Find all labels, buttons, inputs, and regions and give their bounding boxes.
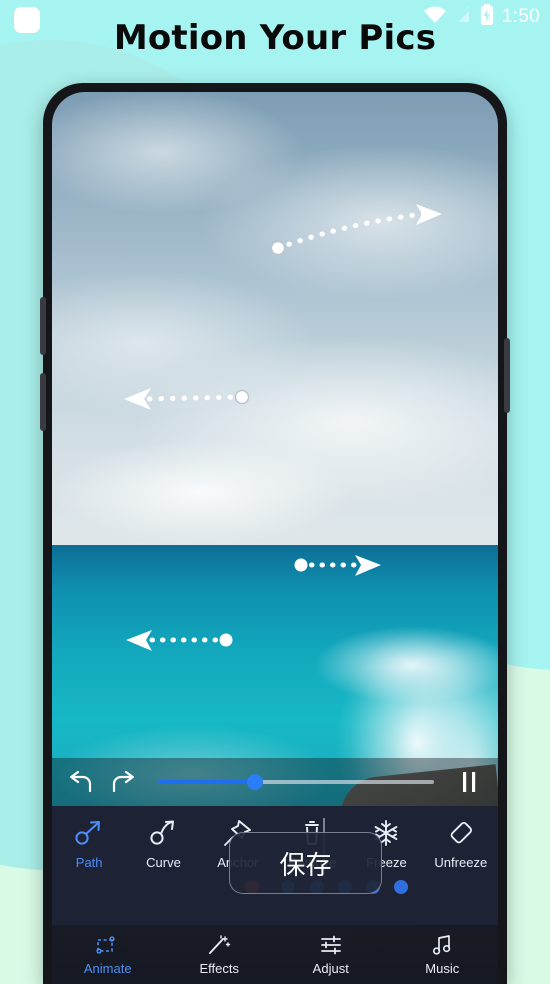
save-tooltip[interactable]: 保存 xyxy=(229,832,382,894)
path-arrow-icon xyxy=(74,818,104,848)
seek-fill xyxy=(158,780,255,784)
sliders-icon xyxy=(319,934,343,956)
player-control-bar xyxy=(52,758,498,806)
bottom-nav: Animate Effects Adjust Music xyxy=(52,925,498,984)
battery-charging-icon xyxy=(480,3,494,31)
music-note-icon xyxy=(430,934,454,956)
magic-wand-icon xyxy=(207,934,231,956)
tool-path[interactable]: Path xyxy=(52,818,126,870)
status-bar-right-cluster: 1:50 xyxy=(423,3,540,31)
wifi-icon xyxy=(423,6,447,29)
app-square-icon[interactable] xyxy=(14,7,40,33)
tool-path-label: Path xyxy=(75,855,103,870)
photo-sky-region xyxy=(52,92,498,545)
undo-icon[interactable] xyxy=(66,767,96,797)
nav-music[interactable]: Music xyxy=(387,934,499,976)
tool-unfreeze-label: Unfreeze xyxy=(434,855,488,870)
phone-volume-up-button[interactable] xyxy=(40,297,46,355)
pause-icon[interactable] xyxy=(454,767,484,797)
tool-curve-label: Curve xyxy=(146,855,181,870)
eraser-icon xyxy=(445,818,477,848)
curve-arrow-icon xyxy=(148,818,178,848)
screen: 1:50 Motion Your Pics Path Curve Freeze … xyxy=(0,0,550,984)
nav-music-label: Music xyxy=(425,960,460,976)
animate-marquee-icon xyxy=(96,934,120,956)
tool-curve[interactable]: Curve xyxy=(126,818,200,870)
nav-animate-label: Animate xyxy=(83,960,132,976)
seek-knob[interactable] xyxy=(246,774,263,790)
seek-slider[interactable] xyxy=(158,772,434,792)
keyframe-dot[interactable] xyxy=(394,880,408,894)
nav-effects-label: Effects xyxy=(199,960,239,976)
nav-adjust-label: Adjust xyxy=(312,960,349,976)
signal-off-icon xyxy=(454,5,472,29)
nav-adjust[interactable]: Adjust xyxy=(275,934,387,976)
phone-power-button[interactable] xyxy=(504,338,510,413)
status-bar: 1:50 xyxy=(0,0,550,34)
status-clock: 1:50 xyxy=(501,6,540,27)
tool-unfreeze[interactable]: Unfreeze xyxy=(424,818,498,870)
save-tooltip-label: 保存 xyxy=(279,850,332,881)
nav-animate[interactable]: Animate xyxy=(52,934,164,976)
phone-volume-down-button[interactable] xyxy=(40,373,46,431)
nav-effects[interactable]: Effects xyxy=(164,934,276,976)
redo-icon[interactable] xyxy=(108,767,138,797)
